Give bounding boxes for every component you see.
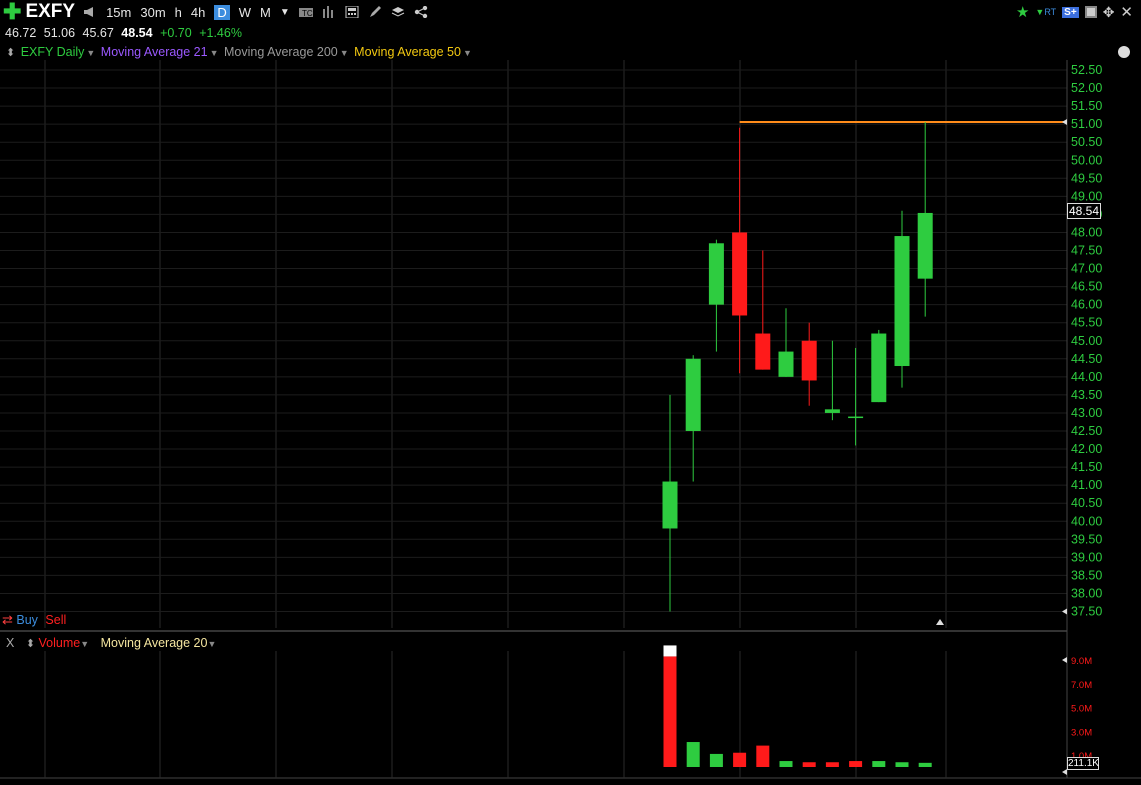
y-tick-label: 48.00: [1071, 225, 1102, 239]
volume-bar: [709, 753, 723, 767]
y-tick-label: 47.50: [1071, 244, 1102, 258]
chevron-down-icon[interactable]: ▼: [80, 639, 89, 649]
y-tick-label: 40.00: [1071, 514, 1102, 528]
y-tick-label: 43.00: [1071, 406, 1102, 420]
buy-button[interactable]: Buy: [16, 613, 38, 627]
reorder-icon[interactable]: ⬍: [26, 638, 35, 650]
y-tick-label: 45.50: [1071, 316, 1102, 330]
sell-button[interactable]: Sell: [45, 613, 66, 627]
y-tick-label: 45.00: [1071, 334, 1102, 348]
volume-bar-highlight: [663, 645, 677, 657]
y-tick-label: 42.00: [1071, 442, 1102, 456]
chart-canvas[interactable]: 52.50 52.00 51.50 51.00 50.50 50.00 49.50 49.00…: [0, 0, 1141, 785]
candle: [732, 127, 748, 374]
palette-icon: [1118, 46, 1130, 58]
y-tick-label: 39.00: [1071, 550, 1102, 564]
volume-bar: [779, 761, 793, 767]
candle-body: [732, 232, 748, 316]
vol-marker: [1062, 657, 1067, 663]
y-tick-label: 46.00: [1071, 298, 1102, 312]
y-tick-label: 37.50: [1071, 605, 1102, 619]
volume-bar: [849, 761, 863, 767]
close-pane-button[interactable]: X: [6, 636, 14, 650]
vol-tick-label: 7.0M: [1071, 680, 1092, 691]
candle-body: [848, 416, 864, 419]
y-tick-label: 49.50: [1071, 171, 1102, 185]
volume-bar: [872, 761, 886, 767]
volume-bar: [802, 762, 816, 767]
y-tick-label: 41.00: [1071, 478, 1102, 492]
y-tick-label: 41.50: [1071, 460, 1102, 474]
last-price-badge: 48.54: [1067, 203, 1101, 219]
scroll-up-icon: [936, 619, 944, 625]
bottom-marker: [1062, 608, 1067, 615]
candle-body: [871, 333, 887, 403]
candle-body: [801, 340, 817, 381]
candle: [662, 394, 678, 612]
volume-bar: [733, 752, 747, 767]
legend-volume[interactable]: Volume: [39, 636, 81, 650]
volume-bar: [825, 762, 839, 767]
volume-bar: [918, 762, 932, 767]
vol-tick-label: 5.0M: [1071, 704, 1092, 715]
y-tick-label: 52.00: [1071, 81, 1102, 95]
candle-body: [708, 243, 724, 305]
y-tick-label: 39.50: [1071, 532, 1102, 546]
candle: [871, 329, 887, 403]
vol-tick-label: 3.0M: [1071, 727, 1092, 738]
candle-body: [824, 409, 840, 413]
y-tick-label: 52.50: [1071, 63, 1102, 77]
candle: [824, 340, 840, 421]
y-tick-label: 46.50: [1071, 280, 1102, 294]
candle: [685, 355, 701, 482]
y-tick-label: 42.50: [1071, 424, 1102, 438]
y-tick-label: 50.00: [1071, 153, 1102, 167]
y-tick-label: 51.50: [1071, 99, 1102, 113]
y-tick-label: 49.00: [1071, 189, 1102, 203]
volume-bar: [663, 656, 677, 767]
y-tick-label: 51.00: [1071, 117, 1102, 131]
last-volume-badge: 211.1K: [1067, 757, 1099, 770]
candle: [917, 121, 933, 317]
trade-icon[interactable]: ⇄: [2, 612, 13, 627]
buy-sell-panel: ⇄ Buy Sell: [2, 612, 66, 628]
candle-body: [755, 333, 771, 370]
y-tick-label: 40.50: [1071, 496, 1102, 510]
candle-body: [685, 358, 701, 431]
volume-bar: [686, 742, 700, 767]
candle-body: [778, 351, 794, 377]
vol-tick-label: 9.0M: [1071, 656, 1092, 667]
volume-legend: X ⬍ Volume▼ Moving Average 20▼: [6, 636, 224, 650]
y-tick-label: 50.50: [1071, 135, 1102, 149]
y-tick-label: 44.00: [1071, 370, 1102, 384]
candle: [894, 210, 910, 388]
chevron-down-icon[interactable]: ▼: [207, 639, 216, 649]
candle: [708, 239, 724, 352]
candle-body: [662, 481, 678, 529]
volume-bar: [756, 745, 770, 767]
candle-body: [917, 212, 933, 279]
candle-body: [894, 236, 910, 367]
volume-bar: [895, 762, 909, 767]
y-tick-label: 43.50: [1071, 388, 1102, 402]
y-tick-label: 44.50: [1071, 352, 1102, 366]
y-tick-label: 38.50: [1071, 568, 1102, 582]
candle: [801, 322, 817, 406]
y-tick-label: 38.00: [1071, 586, 1102, 600]
candle: [778, 308, 794, 377]
y-tick-label: 47.00: [1071, 262, 1102, 276]
legend-volume-ma20[interactable]: Moving Average 20: [101, 636, 208, 650]
